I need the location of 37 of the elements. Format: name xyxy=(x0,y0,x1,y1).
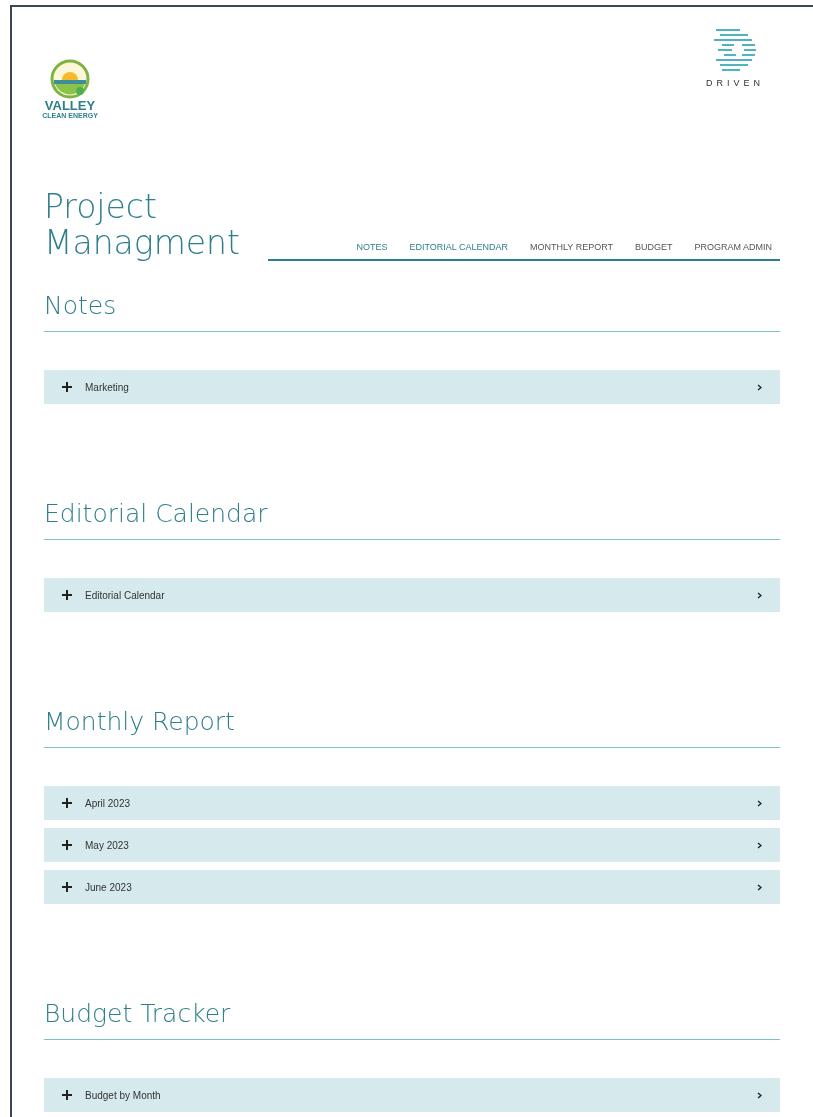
accordion-row[interactable]: Marketing xyxy=(44,370,780,404)
chevron-right-icon xyxy=(757,841,762,849)
plus-icon xyxy=(62,590,72,600)
logo-name: DRIVEN xyxy=(706,77,764,90)
plus-icon xyxy=(62,840,72,850)
accordion-label: April 2023 xyxy=(85,796,132,811)
nav-link[interactable]: PROGRAM ADMIN xyxy=(694,240,772,254)
accordion-row[interactable]: April 2023 xyxy=(44,786,780,820)
accordion-label: May 2023 xyxy=(85,838,130,853)
plus-icon xyxy=(62,798,72,808)
accordion-label: Budget by Month xyxy=(85,1088,162,1103)
nav-link[interactable]: NOTES xyxy=(356,240,388,254)
chevron-right-icon xyxy=(757,799,762,807)
accordion-label: Editorial Calendar xyxy=(85,588,166,603)
plus-icon xyxy=(62,1090,72,1100)
section-heading: Monthly Report xyxy=(44,707,236,737)
nav-link[interactable]: BUDGET xyxy=(634,240,673,254)
chevron-right-icon xyxy=(757,591,762,599)
section-heading: Budget Tracker xyxy=(44,999,232,1029)
chevron-right-icon xyxy=(757,883,762,891)
accordion-row[interactable]: Editorial Calendar xyxy=(44,578,780,612)
nav-link[interactable]: EDITORIAL CALENDAR xyxy=(409,240,508,254)
accordion-row[interactable]: Budget by Month xyxy=(44,1078,780,1112)
plus-icon xyxy=(62,882,72,892)
chevron-right-icon xyxy=(757,1091,762,1099)
accordion-label: June 2023 xyxy=(85,880,133,895)
accordion-row[interactable]: June 2023 xyxy=(44,870,780,904)
section-heading: Notes xyxy=(44,291,118,321)
sun-field-logo-icon xyxy=(50,59,90,99)
section-heading: Editorial Calendar xyxy=(44,499,269,529)
accordion-row[interactable]: May 2023 xyxy=(44,828,780,862)
page-title: Project Managment xyxy=(44,189,241,261)
nav-link[interactable]: MONTHLY REPORT xyxy=(529,240,613,254)
chevron-right-icon xyxy=(757,383,762,391)
logo-name: VALLEY xyxy=(44,99,96,112)
accordion-label: Marketing xyxy=(85,380,130,395)
plus-icon xyxy=(62,382,72,392)
